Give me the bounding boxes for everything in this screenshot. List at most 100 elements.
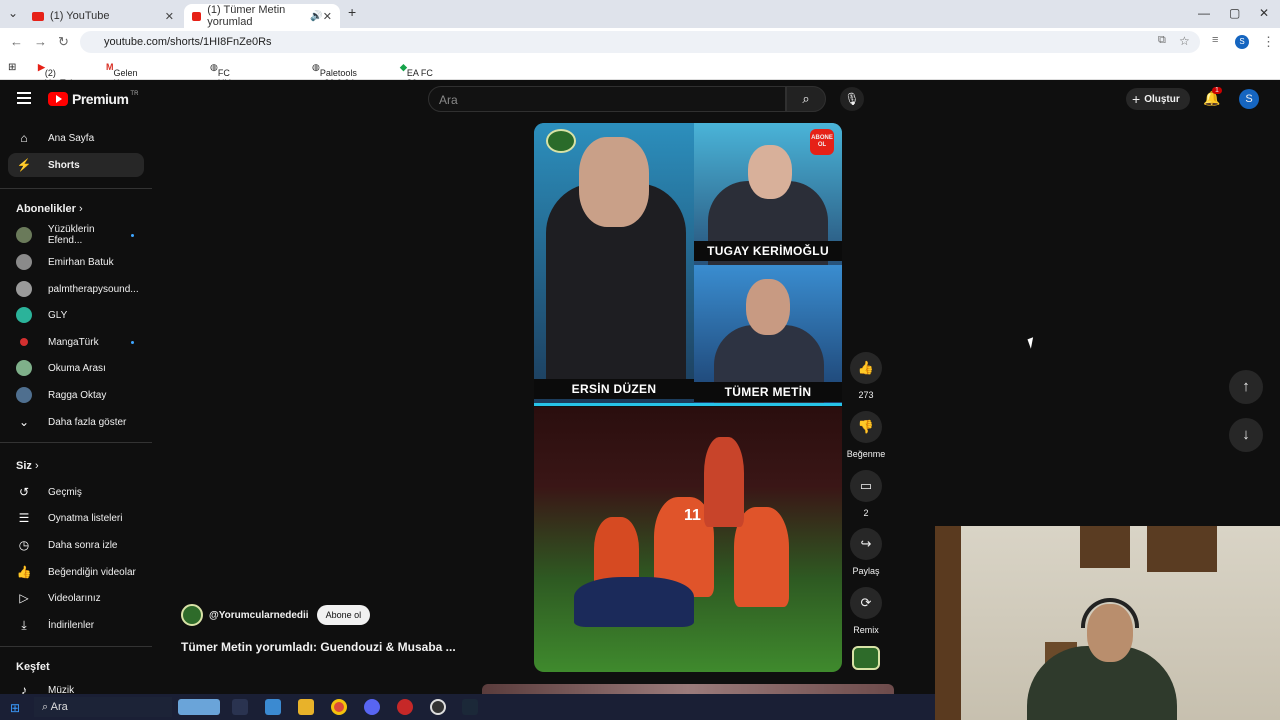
voice-search-button[interactable]: 🎙 bbox=[840, 87, 864, 111]
hamburger-menu-icon[interactable] bbox=[17, 92, 31, 107]
sidebar-item-sub-1[interactable]: Emirhan Batuk bbox=[8, 250, 144, 274]
reload-icon[interactable]: ↻ bbox=[58, 34, 69, 50]
bookmark-fc-ultimate[interactable]: ◍ FC Ultimate Team W... bbox=[210, 62, 251, 108]
search-input[interactable]: Ara bbox=[428, 86, 786, 112]
address-bar: ← → ↻ youtube.com/shorts/1HI8FnZe0Rs ⧉ ☆… bbox=[0, 28, 1280, 56]
create-label: Oluştur bbox=[1144, 93, 1180, 105]
sidebar-item-liked[interactable]: 👍 Beğendiğin videolar bbox=[8, 560, 144, 584]
channel-name[interactable]: @Yorumcularnededii bbox=[209, 610, 309, 621]
sidebar-item-sub-4[interactable]: MangaTürk bbox=[8, 330, 144, 354]
arrow-up-icon: ↑ bbox=[1242, 378, 1250, 395]
create-button[interactable]: + Oluştur bbox=[1126, 88, 1190, 110]
remix-label: Remix bbox=[853, 625, 879, 635]
sidebar-item-history[interactable]: ↺ Geçmiş bbox=[8, 480, 144, 504]
bookmark-star-icon[interactable]: ☆ bbox=[1179, 34, 1190, 48]
dislike-button[interactable]: 👎 Beğenme bbox=[842, 411, 890, 459]
avatar[interactable]: S bbox=[1239, 89, 1259, 109]
next-short-button[interactable]: ↓ bbox=[1229, 418, 1263, 452]
youtube-play-icon bbox=[48, 92, 68, 106]
new-tab-icon[interactable]: + bbox=[348, 4, 356, 20]
plus-icon: + bbox=[1132, 91, 1141, 107]
sidebar-item-sub-2[interactable]: palmtherapysound... bbox=[8, 277, 144, 301]
search-button[interactable]: ⌕ bbox=[786, 86, 826, 112]
sidebar-item-playlists[interactable]: ☰ Oynatma listeleri bbox=[8, 506, 144, 530]
chevron-down-icon: ⌄ bbox=[18, 415, 30, 429]
sidebar-item-watch-later[interactable]: ◷ Daha sonra izle bbox=[8, 533, 144, 557]
sidebar-item-sub-0[interactable]: Yüzüklerin Efend... bbox=[8, 223, 144, 247]
minimize-icon[interactable]: — bbox=[1198, 6, 1210, 20]
arrow-down-icon: ↓ bbox=[1242, 426, 1250, 443]
sidebar-item-sub-6[interactable]: Ragga Oktay bbox=[8, 383, 144, 407]
notifications-button[interactable]: 🔔 1 bbox=[1203, 87, 1222, 107]
youtube-favicon-icon bbox=[32, 11, 44, 21]
subscriptions-heading[interactable]: Abonelikler › bbox=[16, 203, 83, 215]
channel-avatar bbox=[16, 387, 32, 403]
you-heading[interactable]: Siz › bbox=[16, 460, 39, 472]
remix-icon: ⟳ bbox=[850, 587, 882, 619]
calculator-icon[interactable] bbox=[265, 699, 281, 715]
previous-short-button[interactable]: ↑ bbox=[1229, 370, 1263, 404]
subscribe-button[interactable]: Abone ol bbox=[316, 605, 371, 625]
channel-avatar bbox=[20, 338, 28, 346]
comment-count: 2 bbox=[863, 508, 869, 518]
forward-icon[interactable]: → bbox=[34, 34, 47, 49]
close-window-icon[interactable]: ✕ bbox=[1259, 6, 1269, 20]
widget-icon[interactable] bbox=[178, 699, 220, 715]
back-icon[interactable]: ← bbox=[10, 34, 23, 49]
remix-button[interactable]: ⟳ Remix bbox=[848, 587, 884, 635]
comments-button[interactable]: ▭ 2 bbox=[848, 470, 884, 518]
bookmark-ea-fc[interactable]: ◆ EA FC 26 Ultimate T... bbox=[400, 62, 440, 108]
sound-source-icon[interactable] bbox=[852, 646, 880, 670]
discord-icon[interactable] bbox=[364, 699, 380, 715]
tab-title: (1) Tümer Metin yorumlad bbox=[207, 4, 286, 28]
browser-tab-youtube[interactable]: (1) YouTube ✕ bbox=[24, 4, 182, 28]
url-field[interactable]: youtube.com/shorts/1HI8FnZe0Rs bbox=[80, 31, 1200, 53]
app-icon[interactable] bbox=[397, 699, 413, 715]
install-icon[interactable]: ⧉ bbox=[1158, 34, 1166, 47]
obs-icon[interactable] bbox=[430, 699, 446, 715]
bookmark-youtube[interactable]: ▶ (2) YouTube bbox=[38, 62, 80, 88]
short-title[interactable]: Tümer Metin yorumladı: Guendouzi & Musab… bbox=[181, 640, 456, 654]
share-icon: ↪ bbox=[850, 528, 882, 560]
mouse-cursor-icon bbox=[1027, 337, 1037, 349]
apps-icon[interactable]: ⊞ bbox=[8, 62, 16, 73]
close-tab-icon[interactable]: ✕ bbox=[323, 10, 332, 23]
show-more-button[interactable]: ⌄ Daha fazla göster bbox=[8, 410, 144, 434]
maximize-icon[interactable]: ▢ bbox=[1229, 6, 1240, 20]
sidebar-item-your-videos[interactable]: ▷ Videolarınız bbox=[8, 586, 144, 610]
match-footage: 11 bbox=[534, 407, 842, 672]
sidebar-item-downloads[interactable]: ⤓ İndirilenler bbox=[8, 613, 144, 637]
profile-icon[interactable]: S bbox=[1235, 35, 1249, 49]
sidebar-item-home[interactable]: ⌂ Ana Sayfa bbox=[8, 126, 144, 150]
sidebar-item-music[interactable]: ♪ Müzik bbox=[8, 678, 144, 694]
media-control-icon[interactable]: ≡ bbox=[1212, 34, 1218, 46]
channel-avatar[interactable] bbox=[181, 604, 203, 626]
sidebar-item-sub-5[interactable]: Okuma Arası bbox=[8, 356, 144, 380]
share-button[interactable]: ↪ Paylaş bbox=[848, 528, 884, 576]
notification-badge: 1 bbox=[1212, 87, 1222, 94]
video-icon: ▷ bbox=[19, 591, 29, 605]
name-caption: ERSİN DÜZEN bbox=[534, 379, 694, 399]
playlist-icon: ☰ bbox=[18, 511, 30, 525]
task-view-icon[interactable] bbox=[232, 699, 248, 715]
close-tab-icon[interactable]: ✕ bbox=[165, 10, 174, 23]
browser-menu-icon[interactable]: ⋮ bbox=[1262, 34, 1275, 50]
tab-search-icon[interactable]: ⌄ bbox=[8, 6, 18, 20]
sidebar-item-shorts[interactable]: ⚡ Shorts bbox=[8, 153, 144, 177]
windows-start-icon[interactable]: ⊞ bbox=[10, 701, 20, 715]
sidebar-item-sub-3[interactable]: GLY bbox=[8, 303, 144, 327]
taskbar-search-input[interactable]: ⌕ Ara bbox=[34, 697, 172, 717]
bookmark-gmail[interactable]: M Gelen Kutusu (2.575... bbox=[106, 62, 147, 98]
file-explorer-icon[interactable] bbox=[298, 699, 314, 715]
steam-icon[interactable] bbox=[462, 699, 478, 715]
youtube-logo[interactable]: Premium TR bbox=[48, 91, 138, 107]
like-button[interactable]: 👍 273 bbox=[848, 352, 884, 400]
short-video-player[interactable]: TUGAY KERİMOĞLU ERSİN DÜZEN TÜMER METİN … bbox=[534, 123, 842, 672]
search-icon: ⌕ bbox=[802, 91, 810, 106]
audio-playing-icon[interactable]: 🔊 bbox=[310, 11, 322, 22]
chrome-icon[interactable] bbox=[331, 699, 347, 715]
browser-tab-short[interactable]: (1) Tümer Metin yorumlad 🔊 ✕ bbox=[184, 4, 340, 28]
bookmark-paletools[interactable]: ◍ Paletools v26.0.24 bbox=[312, 62, 357, 88]
headphones-icon bbox=[1081, 598, 1139, 628]
music-icon: ♪ bbox=[21, 683, 27, 694]
